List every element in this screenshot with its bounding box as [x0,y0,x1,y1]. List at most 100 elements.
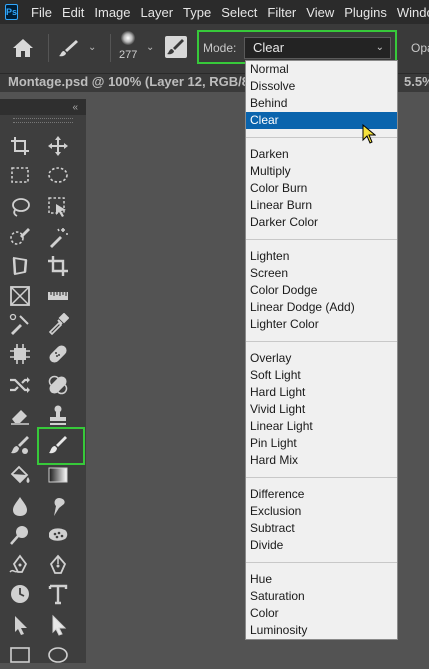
blend-mode-option[interactable]: Luminosity [246,622,397,639]
toolbox-panel: « [0,99,86,663]
blend-mode-option[interactable]: Soft Light [246,367,397,384]
menu-plugins[interactable]: Plugins [339,5,392,20]
blend-mode-option[interactable]: Darker Color [246,214,397,231]
brush-picker-chevron-icon[interactable]: ⌄ [146,42,154,53]
blend-mode-option[interactable]: Overlay [246,350,397,367]
menu-view[interactable]: View [301,5,339,20]
smudge-icon[interactable] [43,491,73,521]
blend-mode-option[interactable]: Hard Light [246,384,397,401]
menu-window[interactable]: Window [392,5,429,20]
history-brush-icon[interactable] [5,579,35,609]
menu-separator [246,562,397,563]
freeform-pen-icon[interactable] [5,550,35,580]
bandage-icon[interactable] [43,339,73,369]
patch-icon[interactable] [43,370,73,400]
menu-separator [246,477,397,478]
document-tab[interactable]: Montage.psd @ 100% (Layer 12, RGB/8 [8,74,249,90]
blend-mode-option[interactable]: Pin Light [246,435,397,452]
document-tab-zoom[interactable]: 5.5% [404,74,429,90]
blend-mode-option[interactable]: Hard Mix [246,452,397,469]
ruler-icon[interactable] [43,281,73,311]
eyedropper-icon[interactable] [43,309,73,339]
paint-bucket-icon[interactable] [5,460,35,490]
brush-tip-icon[interactable] [121,31,135,45]
mixer-brush-icon[interactable] [5,430,35,460]
blend-mode-option[interactable]: Darken [246,146,397,163]
menu-image[interactable]: Image [89,5,135,20]
menu-edit[interactable]: Edit [57,5,89,20]
blend-mode-option[interactable]: Subtract [246,520,397,537]
opacity-label: Opa [411,41,429,55]
menu-file[interactable]: File [26,5,57,20]
blend-mode-option[interactable]: Linear Burn [246,197,397,214]
rect-marquee-icon[interactable] [5,160,35,190]
frame-icon[interactable] [5,281,35,311]
blend-mode-dropdown[interactable]: Normal Dissolve Behind Clear Darken Multiply C… [245,60,398,640]
menu-select[interactable]: Select [216,5,262,20]
toolbox-grip[interactable] [0,115,86,125]
type-icon[interactable] [43,579,73,609]
color-sampler-icon[interactable] [5,309,35,339]
chevron-down-icon: ⌄ [375,42,384,53]
options-divider [110,34,111,62]
eraser-icon[interactable] [5,400,35,430]
brush-size-value[interactable]: 277 [119,49,137,61]
clone-stamp-icon[interactable] [43,400,73,430]
artboard-icon[interactable] [5,131,35,161]
menu-filter[interactable]: Filter [262,5,301,20]
home-icon[interactable] [12,38,34,61]
blend-mode-option[interactable]: Behind [246,95,397,112]
blend-mode-option[interactable]: Lighten [246,248,397,265]
rectangle-shape-icon[interactable] [5,639,35,669]
blend-mode-option[interactable]: Divide [246,537,397,554]
tool-preset-chevron-icon[interactable]: ⌄ [88,42,96,53]
blend-mode-option[interactable]: Multiply [246,163,397,180]
brush-tool-preset-icon[interactable] [58,38,80,61]
mode-select[interactable]: Clear ⌄ [244,37,391,59]
blend-mode-option[interactable]: Saturation [246,588,397,605]
mode-select-value: Clear [253,40,285,55]
blend-mode-option[interactable]: Normal [246,61,397,78]
lasso-icon[interactable] [5,192,35,222]
toolbox-collapse-icon[interactable]: « [0,99,86,115]
blend-mode-option[interactable]: Hue [246,571,397,588]
direct-select-icon[interactable] [43,610,73,640]
magic-wand-icon[interactable] [43,222,73,252]
ellipse-shape-icon[interactable] [43,639,73,669]
quick-select-icon[interactable] [5,222,35,252]
sponge-icon[interactable] [43,520,73,550]
photoshop-logo-icon: Ps [5,4,19,20]
options-divider [48,34,49,62]
blend-mode-option[interactable]: Linear Light [246,418,397,435]
move-icon[interactable] [43,131,73,161]
blend-mode-option[interactable]: Linear Dodge (Add) [246,299,397,316]
blend-mode-option[interactable]: Dissolve [246,78,397,95]
menu-separator [246,239,397,240]
blend-mode-option[interactable]: Exclusion [246,503,397,520]
path-select-icon[interactable] [5,610,35,640]
crop-icon[interactable] [43,251,73,281]
blend-mode-option[interactable]: Color Burn [246,180,397,197]
mode-label: Mode: [203,41,237,55]
blur-icon[interactable] [5,491,35,521]
menu-layer[interactable]: Layer [136,5,179,20]
dodge-icon[interactable] [5,520,35,550]
object-select-icon[interactable] [43,192,73,222]
brush-tool-highlight-box [37,427,85,465]
blend-mode-option[interactable]: Screen [246,265,397,282]
pen-icon[interactable] [43,550,73,580]
blend-mode-option[interactable]: Vivid Light [246,401,397,418]
blend-mode-option[interactable]: Color Dodge [246,282,397,299]
content-move-icon[interactable] [5,370,35,400]
menu-separator [246,341,397,342]
blend-mode-option[interactable]: Lighter Color [246,316,397,333]
mouse-pointer-icon [362,123,377,147]
blend-mode-option[interactable]: Difference [246,486,397,503]
content-aware-icon[interactable] [5,339,35,369]
ellipse-marquee-icon[interactable] [43,160,73,190]
blend-mode-option[interactable]: Color [246,605,397,622]
menu-bar: Ps File Edit Image Layer Type Select Fil… [0,0,429,24]
brush-settings-panel-icon[interactable] [165,36,187,58]
perspective-crop-icon[interactable] [5,251,35,281]
menu-type[interactable]: Type [178,5,216,20]
